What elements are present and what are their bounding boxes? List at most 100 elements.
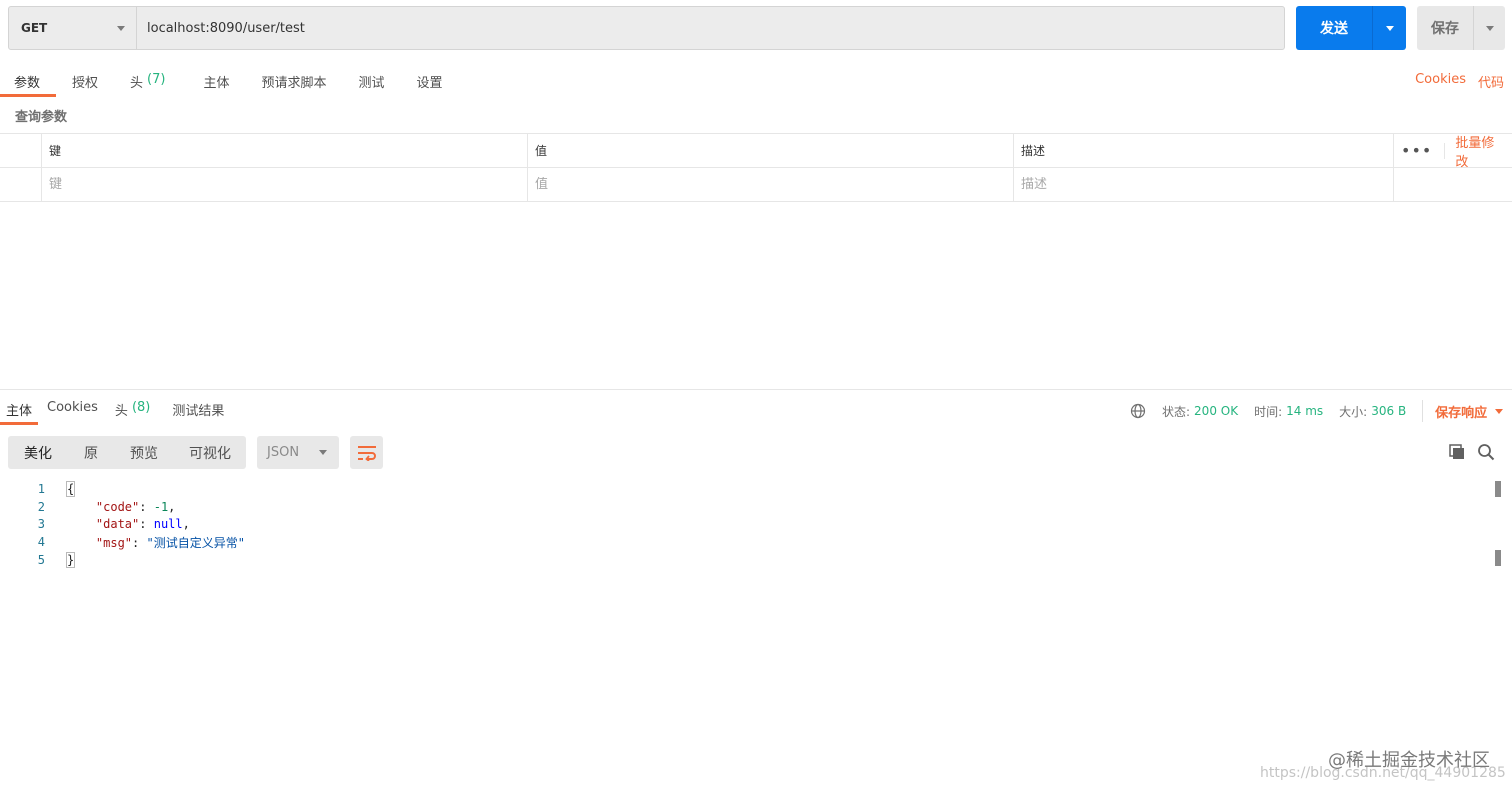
size-value: 306 B (1371, 404, 1407, 418)
view-mode-group: 美化 原 预览 可视化 (8, 436, 246, 469)
line-content: { (45, 480, 76, 497)
tab-tests[interactable]: 测试 (359, 64, 385, 97)
chevron-down-icon (117, 25, 125, 31)
response-tabs: 主体 Cookies 头 (8) 测试结果 (0, 392, 224, 425)
tab-pre-request-script[interactable]: 预请求脚本 (261, 64, 326, 97)
tab-response-body[interactable]: 主体 (0, 392, 39, 425)
json-key: "data" (95, 517, 140, 532)
params-table: 键 值 描述 ••• 批量修改 (0, 133, 1512, 202)
bulk-edit-button[interactable]: 批量修改 (1455, 132, 1500, 170)
line-content: "msg": "测试自定义异常" (95, 535, 245, 550)
request-tabs: 参数 授权 头 (7) 主体 预请求脚本 测试 设置 (0, 64, 443, 97)
checkbox-column-header (0, 134, 42, 167)
value-input[interactable] (535, 177, 1013, 192)
row-actions-cell (1394, 168, 1512, 201)
status-value: 200 OK (1194, 404, 1239, 418)
description-cell (1014, 168, 1394, 201)
row-checkbox-cell (0, 168, 42, 201)
chevron-down-icon (319, 450, 327, 455)
chevron-down-icon (1485, 25, 1494, 31)
key-column-header: 键 (42, 134, 528, 167)
save-response-button[interactable]: 保存响应 (1422, 400, 1504, 422)
value-cell (528, 168, 1014, 201)
save-options-button[interactable] (1473, 6, 1505, 50)
save-button-label[interactable]: 保存 (1417, 6, 1473, 50)
wrap-lines-icon (357, 445, 377, 461)
save-button[interactable]: 保存 (1417, 6, 1505, 50)
request-bar: GET (8, 6, 1285, 50)
send-options-button[interactable] (1372, 6, 1406, 50)
wrap-lines-button[interactable] (350, 436, 383, 469)
view-pretty-button[interactable]: 美化 (8, 436, 68, 469)
table-actions: ••• 批量修改 (1394, 132, 1512, 170)
url-input[interactable] (137, 7, 1284, 49)
tab-label: 设置 (416, 76, 443, 91)
request-links: Cookies 代码 (1415, 72, 1504, 91)
close-brace: } (65, 552, 76, 569)
response-status-bar: 状态: 200 OK 时间: 14 ms 大小: 306 B 保存响应 (1130, 400, 1504, 422)
open-brace: { (65, 480, 76, 497)
tab-headers[interactable]: 头 (7) (130, 64, 165, 97)
tab-response-cookies[interactable]: Cookies (47, 392, 98, 425)
description-column-header: 描述 (1014, 134, 1394, 167)
tab-label: 测试结果 (172, 404, 225, 419)
tab-count: (7) (147, 72, 166, 87)
format-label: JSON (267, 445, 300, 460)
line-number: 3 (37, 517, 45, 532)
tab-settings[interactable]: 设置 (417, 64, 443, 97)
response-body-viewer[interactable]: 1 { 2 "code": -1, 3 "data": null, 4 "msg… (0, 480, 1490, 569)
status-label: 状态: (1162, 404, 1191, 419)
query-params-title: 查询参数 (15, 110, 68, 125)
response-divider (0, 389, 1512, 390)
tab-label: Cookies (47, 400, 98, 415)
tab-auth[interactable]: 授权 (72, 64, 98, 97)
method-select[interactable]: GET (9, 7, 137, 49)
cookies-link[interactable]: Cookies (1415, 72, 1466, 91)
description-input[interactable] (1021, 177, 1393, 192)
scrollbar-marker[interactable] (1495, 481, 1501, 497)
time-value: 14 ms (1286, 404, 1324, 418)
format-select[interactable]: JSON (257, 436, 339, 469)
chevron-down-icon (1385, 25, 1394, 31)
code-line: 1 { (0, 480, 1490, 498)
view-visualize-button[interactable]: 可视化 (174, 436, 246, 469)
line-number: 5 (37, 553, 45, 568)
send-button-label[interactable]: 发送 (1296, 6, 1372, 50)
tab-label: 主体 (203, 76, 230, 91)
view-preview-button[interactable]: 预览 (114, 436, 174, 469)
json-null: null (153, 517, 183, 532)
tab-count: (8) (131, 400, 151, 415)
tab-label: 头 (130, 76, 144, 91)
table-header-row: 键 值 描述 ••• 批量修改 (0, 132, 1512, 170)
send-button[interactable]: 发送 (1296, 6, 1406, 50)
code-line: 2 "code": -1, (0, 498, 1490, 516)
scrollbar-marker[interactable] (1495, 550, 1501, 566)
value-column-header: 值 (528, 134, 1014, 167)
search-icon[interactable] (1476, 442, 1496, 462)
line-number: 4 (37, 535, 45, 550)
tab-label: 测试 (358, 76, 385, 91)
globe-icon[interactable] (1130, 403, 1146, 419)
more-options-icon[interactable]: ••• (1401, 142, 1446, 159)
tab-body[interactable]: 主体 (203, 64, 229, 97)
tab-test-results[interactable]: 测试结果 (172, 392, 224, 425)
json-string: "测试自定义异常" (146, 535, 245, 550)
code-line: 3 "data": null, (0, 516, 1490, 534)
json-key: "msg" (95, 535, 133, 550)
code-link[interactable]: 代码 (1478, 72, 1504, 91)
line-content: } (45, 552, 76, 569)
time-label: 时间: (1254, 404, 1283, 419)
tab-params[interactable]: 参数 (0, 64, 57, 97)
json-key: "code" (95, 499, 140, 514)
tab-label: 授权 (72, 76, 99, 91)
line-number: 1 (37, 481, 45, 496)
view-raw-button[interactable]: 原 (68, 436, 114, 469)
size-label: 大小: (1339, 404, 1368, 419)
chevron-down-icon (1495, 408, 1504, 414)
key-input[interactable] (49, 177, 527, 192)
copy-icon[interactable] (1447, 442, 1467, 462)
tab-label: 参数 (14, 76, 41, 91)
tab-response-headers[interactable]: 头 (8) (115, 392, 150, 425)
tab-label: 头 (114, 404, 128, 419)
line-content: "data": null, (95, 517, 190, 532)
